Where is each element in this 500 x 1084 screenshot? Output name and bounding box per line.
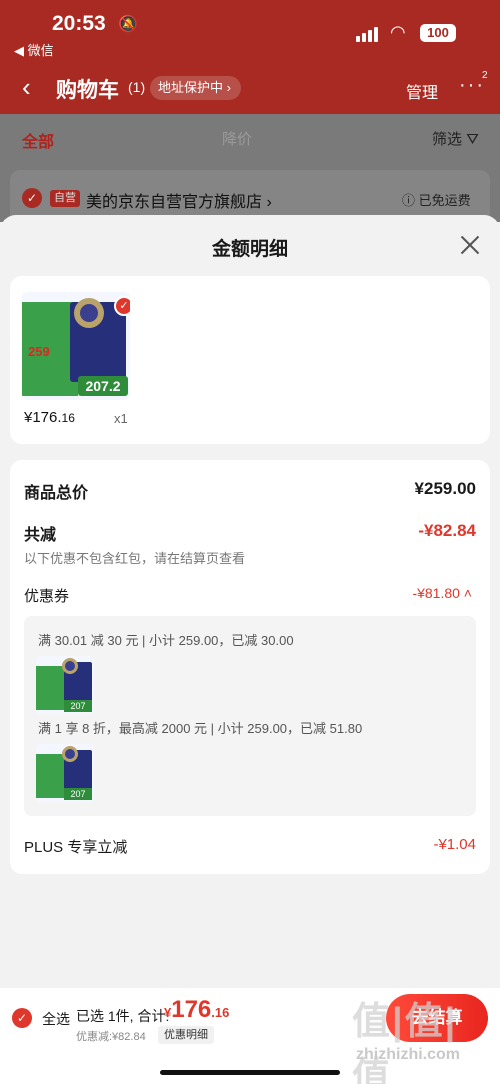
header-area: 20:53 🔕 ◀ 微信 ◠ 100 ‹ 购物车 (1) 地址保护中 › 管理 … xyxy=(0,0,500,114)
shop-name[interactable]: 美的京东自营官方旗舰店 › xyxy=(86,188,272,212)
page-title: 购物车 xyxy=(56,79,119,102)
thumb-price-b: 207.2 xyxy=(78,376,128,396)
coupon-rule: 满 30.01 减 30 元 | 小计 259.00，已减 30.00 xyxy=(38,633,294,648)
coupon-product-thumb: 207 xyxy=(36,656,94,714)
plus-label: PLUS 专享立减 xyxy=(24,839,128,856)
item-price-main: ¥176. xyxy=(24,409,62,426)
hair-dryer-icon xyxy=(62,746,78,762)
amount-detail-sheet: 金额明细 259 207.2 ✓ ¥176.16 x1 商品总价 ¥259.00… xyxy=(0,215,500,988)
status-bar: 20:53 🔕 ◀ 微信 ◠ 100 xyxy=(0,0,500,62)
filter-label: 筛选 xyxy=(432,131,463,148)
discount-detail-button[interactable]: 优惠明细 xyxy=(158,1026,214,1044)
thumb-price-a: 259 xyxy=(28,344,50,359)
mini-price: 207 xyxy=(64,700,92,712)
mini-price: 207 xyxy=(64,788,92,800)
item-quantity: x1 xyxy=(114,411,128,426)
coupon-toggle[interactable]: -¥81.80 ˄ xyxy=(412,585,472,601)
coupon-label: 优惠券 xyxy=(24,588,70,605)
cart-count: (1) xyxy=(128,79,146,95)
more-badge: 2 xyxy=(482,70,488,81)
watermark-url: zhizhizhi.com xyxy=(356,1046,460,1063)
total-amount: ¥176.16 xyxy=(164,996,229,1024)
item-price-cents: 16 xyxy=(61,411,75,425)
coupon-detail-box: 满 30.01 减 30 元 | 小计 259.00，已减 30.00 207 … xyxy=(24,616,476,816)
hair-dryer-icon xyxy=(62,658,78,674)
amount-decimal: .16 xyxy=(211,1005,230,1020)
filter-icon: ⛛ xyxy=(466,131,479,148)
discount-summary: 优惠减:¥82.84 xyxy=(76,1031,146,1043)
mini-green-panel xyxy=(36,754,64,798)
sheet-title: 金额明细 xyxy=(211,239,288,260)
tab-all[interactable]: 全部 xyxy=(22,128,54,152)
navbar: ‹ 购物车 (1) 地址保护中 › 管理 ··· 2 xyxy=(0,68,500,110)
shop-check-icon[interactable]: ✓ xyxy=(22,188,42,208)
select-all-check-icon[interactable]: ✓ xyxy=(12,1008,32,1028)
status-time: 20:53 xyxy=(52,12,106,35)
close-icon[interactable] xyxy=(458,233,482,257)
shipping-status: ⓘ 已免运费 xyxy=(402,193,471,208)
selected-check-icon: ✓ xyxy=(114,296,130,316)
total-label: 商品总价 xyxy=(24,485,89,502)
mute-icon: 🔕 xyxy=(118,16,138,33)
coupon-product-thumb: 207 xyxy=(36,744,94,802)
battery-icon: 100 xyxy=(420,24,456,42)
back-to-app[interactable]: ◀ 微信 xyxy=(14,40,54,59)
select-all-label[interactable]: 全选 xyxy=(42,1009,70,1029)
item-price: ¥176.16 xyxy=(24,409,75,426)
home-indicator[interactable] xyxy=(160,1070,340,1075)
tab-price-drop[interactable]: 降价 xyxy=(222,128,252,149)
hair-dryer-icon xyxy=(74,298,104,328)
mini-green-panel xyxy=(36,666,64,710)
wifi-icon: ◠ xyxy=(390,22,406,42)
price-breakdown-card: 商品总价 ¥259.00 共减 -¥82.84 以下优惠不包含红包，请在结算页查… xyxy=(10,460,490,874)
filter-button[interactable]: 筛选 ⛛ xyxy=(432,128,479,149)
reduce-note: 以下优惠不包含红包，请在结算页查看 xyxy=(24,551,246,566)
total-value: ¥259.00 xyxy=(414,479,476,498)
cart-tabs: 全部 降价 筛选 ⛛ xyxy=(0,114,500,162)
coupon-rule: 满 1 享 8 折，最高减 2000 元 | 小计 259.00，已减 51.8… xyxy=(38,721,363,736)
checkout-bar: ✓ 全选 已选 1件, 合计: ¥176.16 优惠减:¥82.84 优惠明细 … xyxy=(0,988,500,1084)
signal-icon xyxy=(356,26,382,42)
back-icon[interactable]: ‹ xyxy=(22,72,31,103)
plus-value: -¥1.04 xyxy=(433,836,476,853)
manage-button[interactable]: 管理 xyxy=(406,79,438,103)
checkout-button[interactable]: 去结算 xyxy=(386,994,488,1042)
selected-summary: 已选 1件, 合计: xyxy=(76,1008,170,1024)
self-operated-badge: 自营 xyxy=(50,190,80,207)
reduce-label: 共减 xyxy=(24,527,57,544)
amount-integer: 176 xyxy=(171,996,212,1023)
reduce-value: -¥82.84 xyxy=(418,521,476,540)
address-protect-chip[interactable]: 地址保护中 › xyxy=(150,76,241,100)
product-card: 259 207.2 ✓ ¥176.16 x1 xyxy=(10,276,490,444)
product-thumbnail[interactable]: 259 207.2 ✓ xyxy=(22,292,130,400)
